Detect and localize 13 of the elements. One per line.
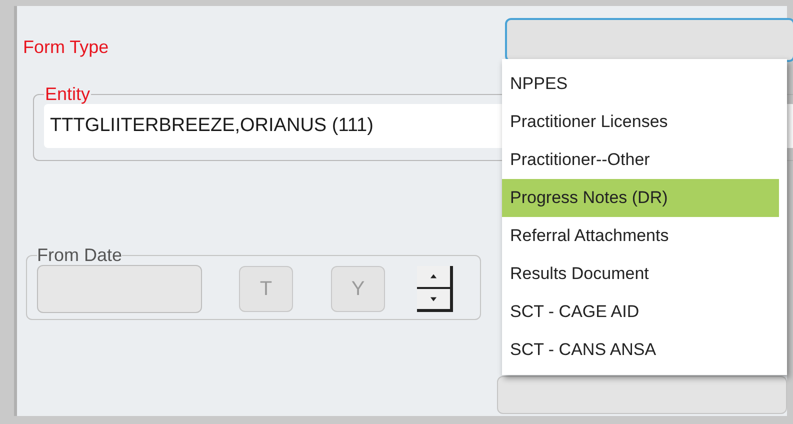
dropdown-option[interactable]: SCT - CAGE AID xyxy=(502,293,779,331)
dropdown-option[interactable]: NPPES xyxy=(502,65,779,103)
form-type-select[interactable] xyxy=(505,18,793,62)
spinner-control[interactable] xyxy=(417,266,453,312)
dropdown-option[interactable]: Referral Attachments xyxy=(502,217,779,255)
dropdown-option[interactable]: Results Document xyxy=(502,255,779,293)
dropdown-option[interactable]: SCT - CANS ANSA xyxy=(502,331,779,369)
form-type-label: Form Type xyxy=(23,36,109,59)
from-date-legend: From Date xyxy=(37,245,122,265)
from-date-field[interactable] xyxy=(37,265,202,313)
entity-legend: Entity xyxy=(44,84,92,104)
dropdown-option[interactable]: Progress Notes (DR) xyxy=(502,179,779,217)
dropdown-option[interactable]: Practitioner Licenses xyxy=(502,103,779,141)
